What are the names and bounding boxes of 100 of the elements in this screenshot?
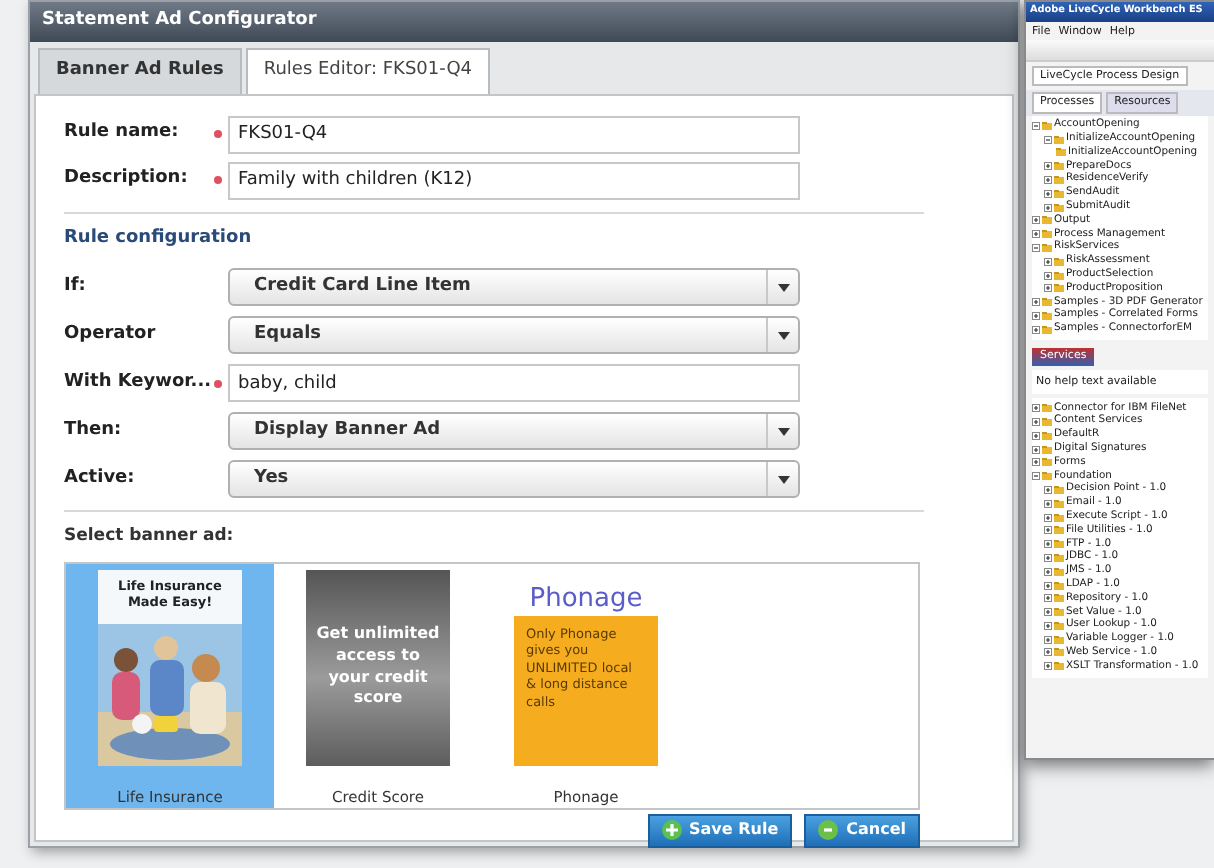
dropdown[interactable]: Equals bbox=[228, 316, 800, 354]
section-heading: Select banner ad: bbox=[64, 524, 236, 550]
expand-toggle[interactable] bbox=[1044, 621, 1052, 630]
expand-toggle[interactable] bbox=[1032, 230, 1040, 239]
folder-icon bbox=[1042, 230, 1052, 239]
expand-toggle[interactable] bbox=[1044, 203, 1052, 212]
folder-icon bbox=[1054, 526, 1064, 535]
expand-toggle[interactable] bbox=[1044, 162, 1052, 171]
expand-toggle[interactable] bbox=[1032, 417, 1040, 426]
expand-toggle[interactable] bbox=[1044, 284, 1052, 293]
expand-toggle[interactable] bbox=[1044, 648, 1052, 657]
tab[interactable]: Rules Editor: FKS01-Q4 bbox=[245, 48, 491, 93]
caret-icon bbox=[777, 283, 789, 291]
expand-toggle[interactable] bbox=[1044, 513, 1052, 522]
expand-toggle[interactable] bbox=[1044, 526, 1052, 535]
expand-toggle[interactable] bbox=[1032, 312, 1040, 321]
caret-icon bbox=[777, 427, 789, 435]
window-title: Statement Ad Configurator bbox=[42, 8, 317, 35]
expand-toggle[interactable] bbox=[1044, 499, 1052, 508]
cancel-button[interactable]: Cancel bbox=[804, 813, 920, 848]
folder-icon bbox=[1054, 648, 1064, 657]
folder-icon bbox=[1054, 662, 1064, 671]
folder-icon bbox=[1054, 513, 1064, 522]
folder-icon bbox=[1054, 189, 1064, 198]
ad-headline: Get unlimited access to your credit score bbox=[314, 624, 442, 711]
expand-toggle[interactable] bbox=[1032, 431, 1040, 440]
folder-icon bbox=[1054, 635, 1064, 644]
field-label: Active: bbox=[64, 465, 137, 492]
expand-toggle[interactable] bbox=[1044, 135, 1052, 144]
folder-icon bbox=[1054, 499, 1064, 508]
field-label: Then: bbox=[64, 417, 124, 444]
folder-icon bbox=[1042, 312, 1052, 321]
input-field[interactable]: Family with children (K12) bbox=[228, 161, 800, 199]
expand-toggle[interactable] bbox=[1044, 257, 1052, 266]
expand-toggle[interactable] bbox=[1044, 553, 1052, 562]
expand-toggle[interactable] bbox=[1044, 662, 1052, 671]
dropdown[interactable]: Credit Card Line Item bbox=[228, 268, 800, 306]
folder-icon bbox=[1042, 216, 1052, 225]
expand-toggle[interactable] bbox=[1032, 404, 1040, 413]
minus-icon bbox=[818, 820, 839, 841]
folder-icon bbox=[1042, 458, 1052, 467]
folder-icon bbox=[1042, 445, 1052, 454]
folder-icon bbox=[1054, 594, 1064, 603]
expand-toggle[interactable] bbox=[1044, 608, 1052, 617]
folder-icon bbox=[1054, 485, 1064, 494]
brand-logo: Phonage bbox=[529, 585, 643, 612]
caret-icon bbox=[777, 331, 789, 339]
dropdown[interactable]: Display Banner Ad bbox=[228, 412, 800, 450]
folder-icon bbox=[1042, 121, 1052, 130]
folder-icon bbox=[1054, 203, 1064, 212]
folder-icon bbox=[1042, 298, 1052, 307]
expand-toggle[interactable] bbox=[1044, 176, 1052, 185]
folder-icon bbox=[1054, 540, 1064, 549]
input-field[interactable]: baby, child bbox=[228, 364, 800, 402]
folder-icon bbox=[1056, 148, 1066, 157]
expand-toggle[interactable] bbox=[1032, 472, 1040, 481]
expand-toggle[interactable] bbox=[1032, 216, 1040, 225]
expand-toggle[interactable] bbox=[1044, 271, 1052, 280]
field-label: If: bbox=[64, 273, 88, 300]
folder-icon bbox=[1054, 271, 1064, 280]
field-label: Rule name: bbox=[64, 120, 181, 147]
expand-toggle[interactable] bbox=[1044, 189, 1052, 198]
expand-toggle[interactable] bbox=[1044, 485, 1052, 494]
folder-icon bbox=[1054, 567, 1064, 576]
expand-toggle[interactable] bbox=[1032, 325, 1040, 334]
dropdown[interactable]: Yes bbox=[228, 460, 800, 498]
folder-icon bbox=[1054, 162, 1064, 171]
folder-icon bbox=[1054, 176, 1064, 185]
folder-icon bbox=[1042, 244, 1052, 253]
input-field[interactable]: FKS01-Q4 bbox=[228, 115, 800, 153]
field-label: Description: bbox=[64, 166, 190, 193]
caret-icon bbox=[777, 475, 789, 483]
folder-icon bbox=[1054, 608, 1064, 617]
tab[interactable]: Banner Ad Rules bbox=[38, 48, 242, 93]
expand-toggle[interactable] bbox=[1032, 445, 1040, 454]
field-label: Operator bbox=[64, 321, 158, 348]
plus-icon bbox=[661, 820, 682, 841]
save-button[interactable]: Save Rule bbox=[647, 813, 793, 848]
folder-icon bbox=[1042, 417, 1052, 426]
expand-toggle[interactable] bbox=[1032, 121, 1040, 130]
expand-toggle[interactable] bbox=[1044, 540, 1052, 549]
folder-icon bbox=[1042, 325, 1052, 334]
expand-toggle[interactable] bbox=[1044, 567, 1052, 576]
folder-icon bbox=[1042, 431, 1052, 440]
folder-icon bbox=[1054, 581, 1064, 589]
expand-toggle[interactable] bbox=[1044, 594, 1052, 603]
expand-toggle[interactable] bbox=[1044, 635, 1052, 644]
expand-toggle[interactable] bbox=[1032, 458, 1040, 467]
folder-icon bbox=[1042, 404, 1052, 413]
section-heading: Rule configuration bbox=[64, 225, 254, 251]
expand-toggle[interactable] bbox=[1032, 244, 1040, 253]
folder-icon bbox=[1054, 621, 1064, 630]
folder-icon bbox=[1054, 284, 1064, 293]
folder-icon bbox=[1054, 553, 1064, 562]
expand-toggle[interactable] bbox=[1044, 581, 1052, 589]
folder-icon bbox=[1054, 135, 1064, 144]
folder-icon bbox=[1054, 257, 1064, 266]
expand-toggle[interactable] bbox=[1032, 298, 1040, 307]
field-label: With Keywor... bbox=[64, 369, 208, 396]
folder-icon bbox=[1042, 472, 1052, 481]
